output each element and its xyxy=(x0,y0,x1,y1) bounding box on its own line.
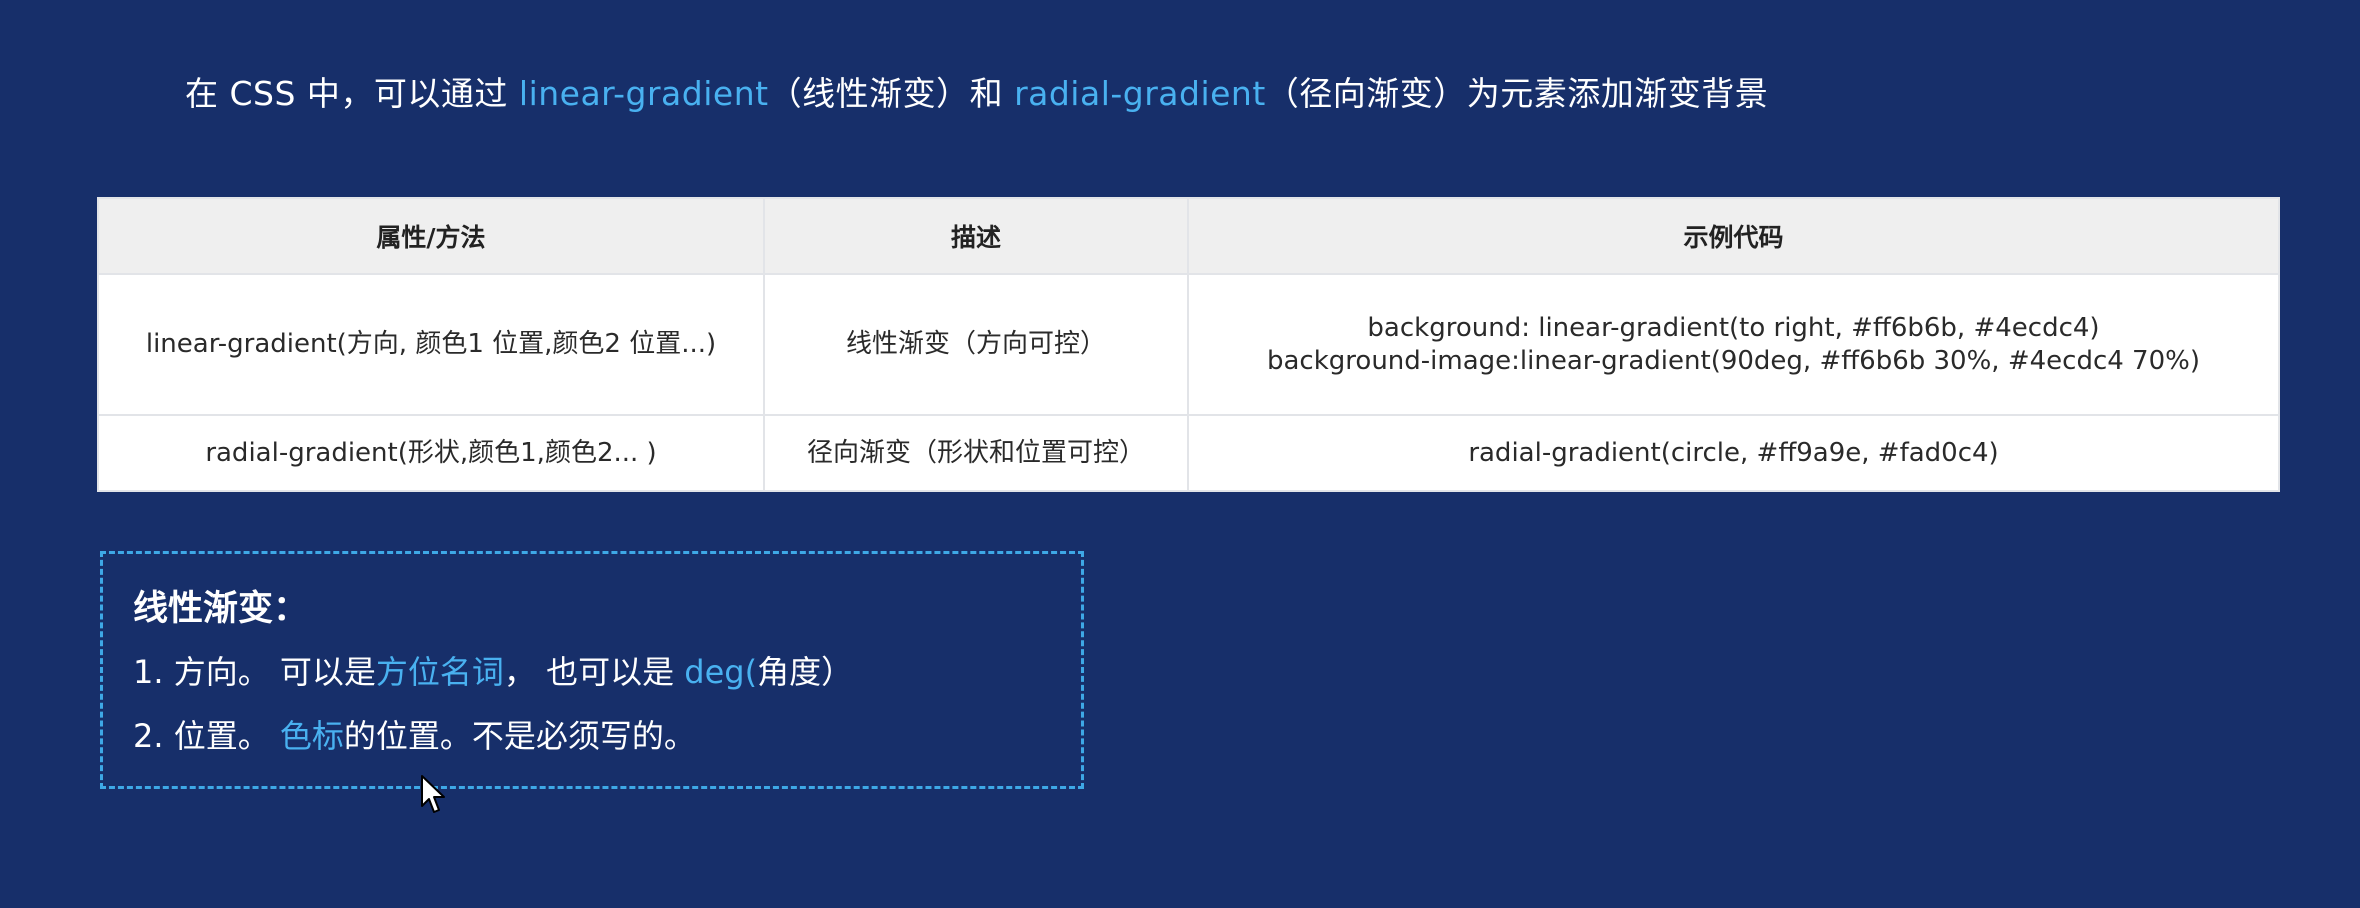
cell-code: radial-gradient(circle, #ff9a9e, #fad0c4… xyxy=(1187,414,2280,492)
slide: 在 CSS 中，可以通过 linear-gradient（线性渐变）和 radi… xyxy=(0,0,2360,908)
header-example-code: 示例代码 xyxy=(1187,197,2280,275)
intro-part-2: （线性渐变）和 xyxy=(768,74,1015,113)
note-line-position: 2. 位置。 色标的位置。不是必须写的。 xyxy=(133,711,696,757)
note-line2-color-stop: 色标 xyxy=(279,717,344,755)
cell-property: linear-gradient(方向, 颜色1 位置,颜色2 位置...) xyxy=(97,273,765,416)
mouse-pointer-icon xyxy=(421,775,445,813)
cell-code: background: linear-gradient(to right, #f… xyxy=(1187,273,2280,416)
note-line2-a: 2. 位置。 xyxy=(133,717,280,755)
note-title: 线性渐变： xyxy=(133,589,309,629)
header-description: 描述 xyxy=(763,197,1189,275)
table-row: radial-gradient(形状,颜色1,颜色2... ) 径向渐变（形状和… xyxy=(97,414,2280,492)
note-line2-c: 的位置。不是必须写的。 xyxy=(343,717,696,755)
intro-part-3: （径向渐变）为元素添加渐变背景 xyxy=(1265,74,1769,113)
cell-description: 线性渐变（方向可控） xyxy=(763,273,1189,416)
table-header-row: 属性/方法 描述 示例代码 xyxy=(97,197,2280,275)
code-line: background-image:linear-gradient(90deg, … xyxy=(1267,345,2200,376)
header-property: 属性/方法 xyxy=(97,197,765,275)
note-line1-e: 角度） xyxy=(757,653,854,691)
note-line1-direction-words: 方位名词 xyxy=(375,653,504,691)
code-line: background: linear-gradient(to right, #f… xyxy=(1367,312,2100,343)
note-line1-a: 1. 方向。 可以是 xyxy=(133,653,376,691)
cell-description: 径向渐变（形状和位置可控） xyxy=(763,414,1189,492)
intro-radial-gradient-term: radial-gradient xyxy=(1014,74,1266,113)
intro-part-1: 在 CSS 中，可以通过 xyxy=(185,74,519,113)
note-line1-deg: deg( xyxy=(684,653,758,691)
code-line: radial-gradient(circle, #ff9a9e, #fad0c4… xyxy=(1468,437,1999,468)
table-row: linear-gradient(方向, 颜色1 位置,颜色2 位置...) 线性… xyxy=(97,273,2280,416)
note-line-direction: 1. 方向。 可以是方位名词， 也可以是 deg(角度） xyxy=(133,647,853,693)
intro-linear-gradient-term: linear-gradient xyxy=(518,74,769,113)
note-line1-c: ， 也可以是 xyxy=(503,653,685,691)
gradient-table: 属性/方法 描述 示例代码 linear-gradient(方向, 颜色1 位置… xyxy=(97,197,2280,492)
intro-text: 在 CSS 中，可以通过 linear-gradient（线性渐变）和 radi… xyxy=(185,66,1768,122)
cell-property: radial-gradient(形状,颜色1,颜色2... ) xyxy=(97,414,765,492)
